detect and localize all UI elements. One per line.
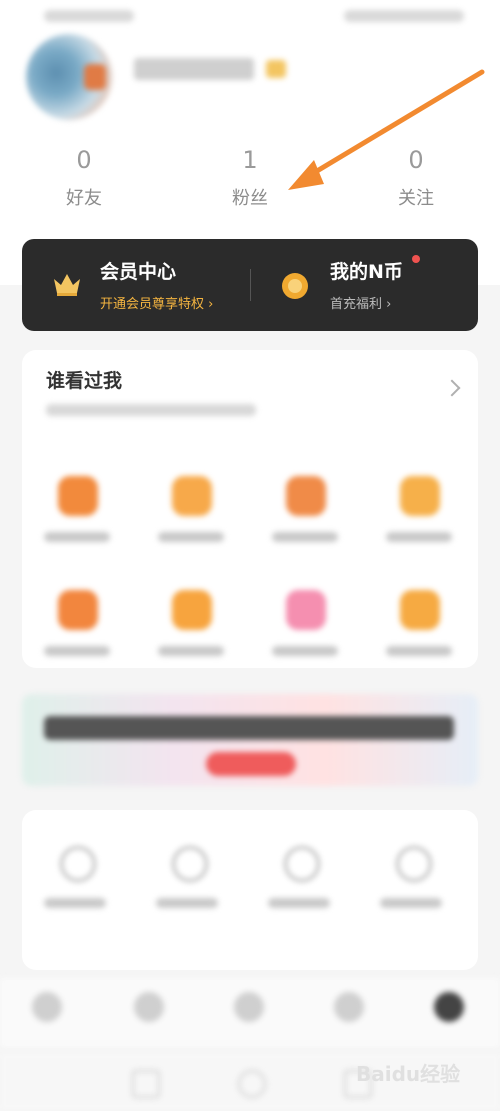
services-card: 谁看过我 — [22, 350, 478, 668]
vip-center-subtitle-text: 开通会员尊享特权 — [100, 297, 205, 312]
service-icon[interactable] — [286, 590, 326, 630]
tools-card — [22, 810, 478, 970]
vip-panel: 会员中心 开通会员尊享特权 › 我的N币 首充福利 › — [22, 239, 478, 331]
watermark: Baidu经验 — [356, 1062, 461, 1086]
service-label — [272, 646, 338, 656]
service-icon[interactable] — [400, 476, 440, 516]
back-button[interactable] — [132, 1070, 160, 1098]
tool-icon[interactable] — [396, 846, 432, 882]
service-icon[interactable] — [172, 590, 212, 630]
service-label — [44, 646, 110, 656]
service-label — [272, 532, 338, 542]
notification-dot-icon — [412, 255, 420, 263]
service-label — [158, 646, 224, 656]
tool-icon[interactable] — [284, 846, 320, 882]
tool-icon[interactable] — [60, 846, 96, 882]
crown-icon — [54, 274, 80, 296]
my-coins-title[interactable]: 我的N币 — [330, 257, 403, 284]
tool-label — [44, 898, 106, 908]
service-label — [386, 532, 452, 542]
home-button[interactable] — [238, 1070, 266, 1098]
nav-messages-icon[interactable] — [134, 992, 164, 1022]
vip-center-title[interactable]: 会员中心 — [100, 257, 176, 284]
coin-icon — [282, 273, 308, 299]
nav-discover-icon[interactable] — [234, 992, 264, 1022]
my-coins-subtitle[interactable]: 首充福利 › — [330, 293, 391, 312]
promo-banner[interactable] — [22, 694, 478, 786]
coin-inner — [288, 279, 302, 293]
who-viewed-me-subtitle — [46, 404, 256, 416]
nav-profile-icon[interactable] — [434, 992, 464, 1022]
service-icon[interactable] — [58, 476, 98, 516]
vip-divider — [250, 269, 251, 301]
service-icon[interactable] — [400, 590, 440, 630]
service-icon[interactable] — [286, 476, 326, 516]
service-icon[interactable] — [172, 476, 212, 516]
chevron-right-icon: › — [204, 297, 214, 312]
who-viewed-me-title[interactable]: 谁看过我 — [46, 366, 122, 393]
nav-community-icon[interactable] — [334, 992, 364, 1022]
chevron-right-icon: › — [382, 297, 392, 312]
vip-center-subtitle[interactable]: 开通会员尊享特权 › — [100, 293, 213, 312]
promo-banner-text — [44, 716, 454, 740]
my-coins-subtitle-text: 首充福利 — [330, 297, 383, 312]
service-icon[interactable] — [58, 590, 98, 630]
service-label — [386, 646, 452, 656]
nav-home-icon[interactable] — [32, 992, 62, 1022]
tool-icon[interactable] — [172, 846, 208, 882]
chevron-right-icon[interactable] — [443, 379, 461, 397]
service-label — [44, 532, 110, 542]
annotation-arrow-icon — [288, 69, 485, 190]
tool-label — [268, 898, 330, 908]
tool-label — [380, 898, 442, 908]
service-label — [158, 532, 224, 542]
promo-banner-button[interactable] — [206, 752, 296, 776]
tool-label — [156, 898, 218, 908]
